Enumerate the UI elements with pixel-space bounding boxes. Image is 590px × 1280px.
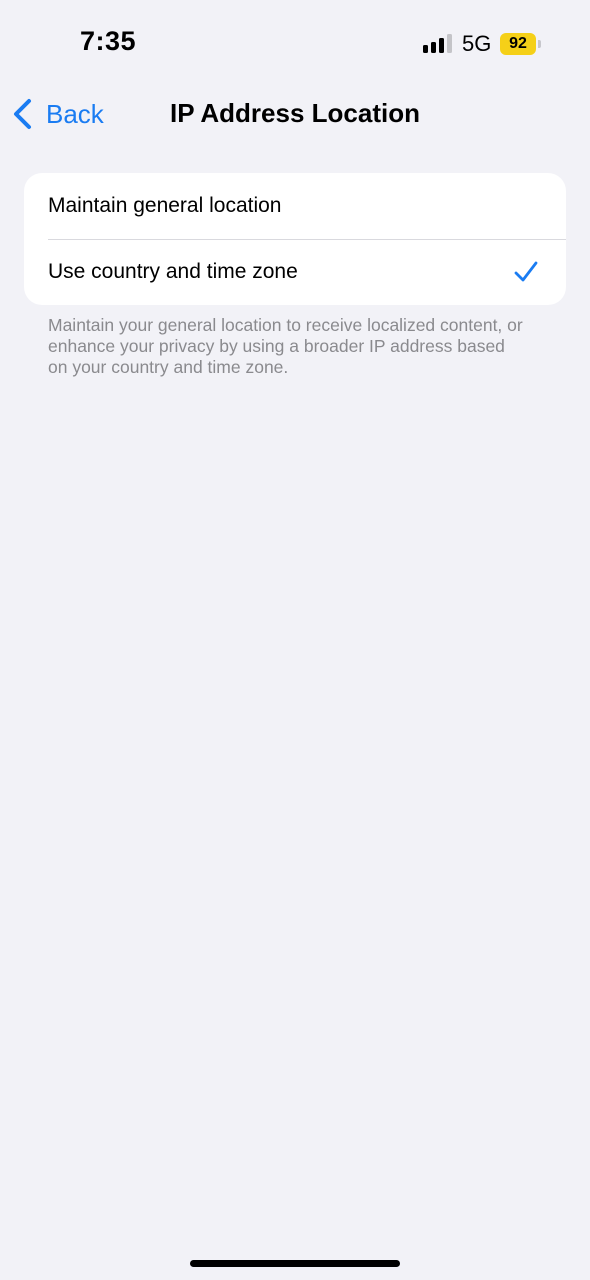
options-footnote: Maintain your general location to receiv… <box>48 315 523 377</box>
status-time: 7:35 <box>80 26 137 56</box>
battery-level: 92 <box>509 35 527 52</box>
home-indicator[interactable] <box>190 1260 400 1267</box>
network-type: 5G <box>462 31 492 56</box>
chevron-left-icon <box>14 99 31 129</box>
back-button[interactable]: Back <box>12 96 104 132</box>
ip-address-location-screen: 7:35 5G 92 IP Address Location Back Main… <box>0 0 590 1280</box>
navigation-bar: IP Address Location Back <box>0 88 590 140</box>
checkmark-icon <box>514 261 538 282</box>
back-label: Back <box>46 98 104 129</box>
cellular-signal-icon <box>423 34 453 53</box>
option-label: Maintain general location <box>48 194 282 217</box>
battery-icon: 92 <box>500 33 536 55</box>
option-maintain-general-location[interactable]: Maintain general location <box>24 173 566 239</box>
option-label: Use country and time zone <box>48 260 298 283</box>
option-use-country-and-time-zone[interactable]: Use country and time zone <box>24 239 566 305</box>
battery-nub <box>538 40 541 48</box>
status-bar: 7:35 5G 92 <box>0 0 590 88</box>
ip-location-options: Maintain general location Use country an… <box>24 173 566 305</box>
